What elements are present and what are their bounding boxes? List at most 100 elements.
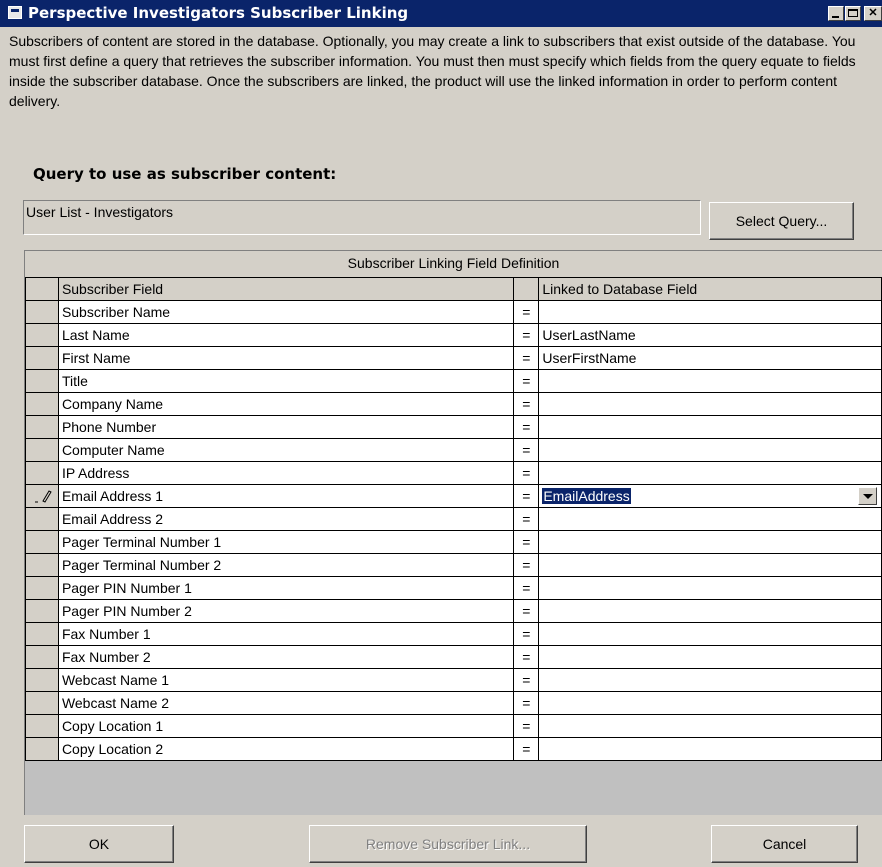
row-selector[interactable] <box>25 553 59 577</box>
table-row[interactable]: First Name = UserFirstName <box>25 346 882 370</box>
linked-field-cell[interactable] <box>538 530 882 554</box>
row-selector[interactable] <box>25 369 59 393</box>
row-selector[interactable] <box>25 323 59 347</box>
subscriber-field-cell[interactable]: Fax Number 2 <box>57 645 515 669</box>
chevron-down-icon[interactable] <box>858 487 877 505</box>
subscriber-field-cell[interactable]: Email Address 2 <box>57 507 515 531</box>
linked-field-cell[interactable] <box>538 300 882 324</box>
linked-field-cell[interactable]: EmailAddress <box>538 484 882 508</box>
table-row[interactable]: Phone Number = <box>25 415 882 439</box>
row-selector[interactable] <box>25 668 59 692</box>
select-query-button[interactable]: Select Query... <box>709 202 854 240</box>
linked-field-cell[interactable] <box>538 737 882 761</box>
row-selector[interactable] <box>25 392 59 416</box>
row-selector[interactable] <box>25 622 59 646</box>
linked-field-cell[interactable] <box>538 461 882 485</box>
table-row[interactable]: Copy Location 1 = <box>25 714 882 738</box>
table-row[interactable]: Subscriber Name = <box>25 300 882 324</box>
subscriber-field-cell[interactable]: Webcast Name 2 <box>57 691 515 715</box>
table-row[interactable]: Last Name = UserLastName <box>25 323 882 347</box>
linked-field-cell[interactable] <box>538 438 882 462</box>
linked-field-cell[interactable] <box>538 553 882 577</box>
row-selector[interactable] <box>25 530 59 554</box>
column-header-subscriber-field[interactable]: Subscriber Field <box>57 277 515 301</box>
linked-field-cell[interactable] <box>538 369 882 393</box>
linked-field-cell[interactable] <box>538 645 882 669</box>
linked-field-cell[interactable] <box>538 714 882 738</box>
column-header-linked-field[interactable]: Linked to Database Field <box>538 277 882 301</box>
linked-field-cell[interactable]: UserLastName <box>538 323 882 347</box>
row-selector[interactable] <box>25 576 59 600</box>
table-row[interactable]: Computer Name = <box>25 438 882 462</box>
equals-cell: = <box>513 576 540 600</box>
subscriber-field-cell[interactable]: Pager PIN Number 1 <box>57 576 515 600</box>
row-selector[interactable] <box>25 461 59 485</box>
minimize-button[interactable] <box>828 6 844 21</box>
table-row[interactable]: Email Address 1 = EmailAddress <box>25 484 882 508</box>
cancel-button[interactable]: Cancel <box>711 825 858 863</box>
field-table: Subscriber Field Linked to Database Fiel… <box>25 277 882 761</box>
table-row[interactable]: Company Name = <box>25 392 882 416</box>
app-window-icon[interactable] <box>8 6 22 19</box>
subscriber-field-cell[interactable]: Computer Name <box>57 438 515 462</box>
remove-subscriber-link-button[interactable]: Remove Subscriber Link... <box>309 825 587 863</box>
table-row[interactable]: Pager PIN Number 1 = <box>25 576 882 600</box>
table-row[interactable]: Title = <box>25 369 882 393</box>
table-row[interactable]: Fax Number 2 = <box>25 645 882 669</box>
row-selector[interactable] <box>25 415 59 439</box>
subscriber-field-cell[interactable]: Email Address 1 <box>57 484 515 508</box>
table-row[interactable]: IP Address = <box>25 461 882 485</box>
table-row[interactable]: Email Address 2 = <box>25 507 882 531</box>
linked-field-editor-value[interactable]: EmailAddress <box>542 488 631 504</box>
table-row[interactable]: Copy Location 2 = <box>25 737 882 761</box>
equals-cell: = <box>513 507 540 531</box>
row-selector[interactable] <box>25 645 59 669</box>
table-row[interactable]: Pager Terminal Number 2 = <box>25 553 882 577</box>
maximize-button[interactable] <box>845 6 861 21</box>
subscriber-field-cell[interactable]: Phone Number <box>57 415 515 439</box>
subscriber-field-cell[interactable]: First Name <box>57 346 515 370</box>
equals-cell: = <box>513 461 540 485</box>
subscriber-field-cell[interactable]: Webcast Name 1 <box>57 668 515 692</box>
subscriber-field-cell[interactable]: Pager Terminal Number 1 <box>57 530 515 554</box>
row-selector[interactable] <box>25 714 59 738</box>
equals-cell: = <box>513 346 540 370</box>
subscriber-field-cell[interactable]: Last Name <box>57 323 515 347</box>
row-selector[interactable] <box>25 691 59 715</box>
linked-field-cell[interactable] <box>538 599 882 623</box>
row-selector[interactable] <box>25 599 59 623</box>
row-selector[interactable] <box>25 346 59 370</box>
table-row[interactable]: Fax Number 1 = <box>25 622 882 646</box>
linked-field-cell[interactable] <box>538 507 882 531</box>
linked-field-cell[interactable] <box>538 392 882 416</box>
table-row[interactable]: Webcast Name 1 = <box>25 668 882 692</box>
linked-field-cell[interactable]: UserFirstName <box>538 346 882 370</box>
row-selector[interactable] <box>25 737 59 761</box>
equals-cell: = <box>513 438 540 462</box>
linked-field-cell[interactable] <box>538 576 882 600</box>
row-selector[interactable] <box>25 300 59 324</box>
linked-field-cell[interactable] <box>538 668 882 692</box>
subscriber-field-cell[interactable]: IP Address <box>57 461 515 485</box>
subscriber-field-cell[interactable]: Pager PIN Number 2 <box>57 599 515 623</box>
table-row[interactable]: Webcast Name 2 = <box>25 691 882 715</box>
subscriber-field-cell[interactable]: Copy Location 2 <box>57 737 515 761</box>
close-button[interactable]: ✕ <box>864 6 882 21</box>
linked-field-cell[interactable] <box>538 622 882 646</box>
subscriber-field-cell[interactable]: Copy Location 1 <box>57 714 515 738</box>
ok-button[interactable]: OK <box>24 825 174 863</box>
table-row[interactable]: Pager Terminal Number 1 = <box>25 530 882 554</box>
window-title: Perspective Investigators Subscriber Lin… <box>28 4 409 22</box>
subscriber-field-cell[interactable]: Subscriber Name <box>57 300 515 324</box>
subscriber-field-cell[interactable]: Title <box>57 369 515 393</box>
column-header-equals <box>513 277 540 301</box>
table-row[interactable]: Pager PIN Number 2 = <box>25 599 882 623</box>
row-selector[interactable] <box>25 507 59 531</box>
row-selector[interactable] <box>25 484 59 508</box>
row-selector[interactable] <box>25 438 59 462</box>
linked-field-cell[interactable] <box>538 691 882 715</box>
subscriber-field-cell[interactable]: Fax Number 1 <box>57 622 515 646</box>
subscriber-field-cell[interactable]: Company Name <box>57 392 515 416</box>
linked-field-cell[interactable] <box>538 415 882 439</box>
subscriber-field-cell[interactable]: Pager Terminal Number 2 <box>57 553 515 577</box>
